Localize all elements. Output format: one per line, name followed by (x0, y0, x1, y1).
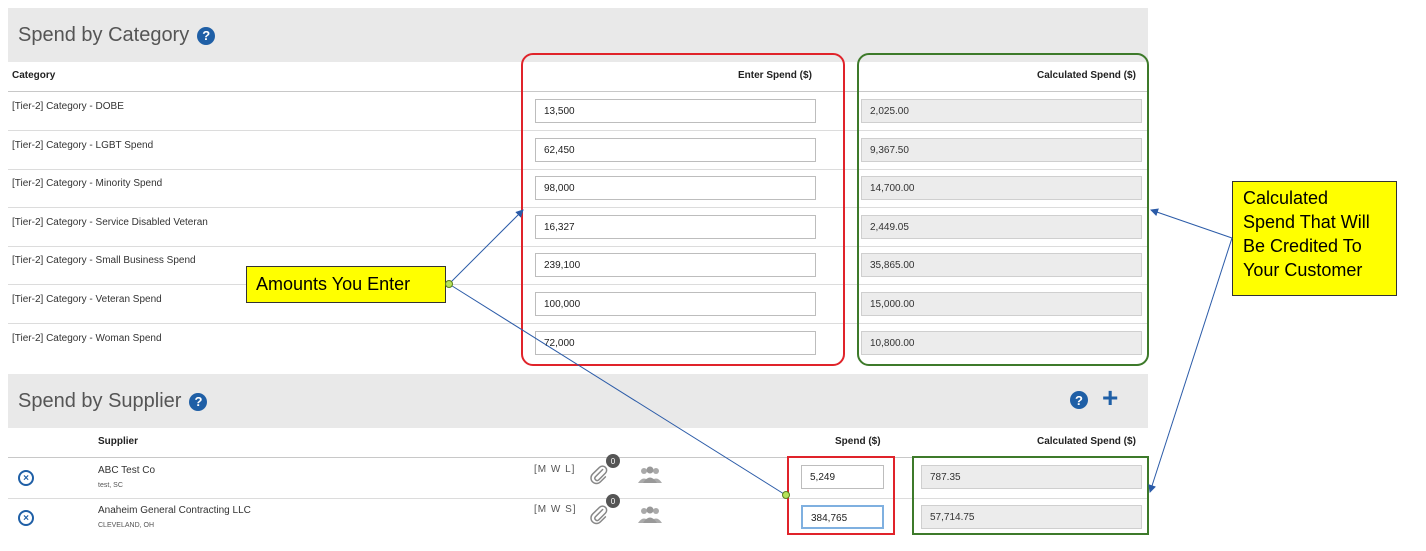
close-circle-icon[interactable]: × (18, 510, 34, 526)
category-label: [Tier-2] Category - Service Disabled Vet… (12, 216, 208, 228)
calculated-spend-highlight (857, 53, 1149, 366)
arrow-end-dot (782, 491, 790, 499)
supplier-tags: [M W S] (534, 504, 577, 515)
supplier-section-title: Spend by Supplier ? (18, 390, 208, 413)
calculated-callout-line: Calculated (1243, 188, 1329, 208)
paperclip-icon[interactable] (588, 464, 610, 486)
calculated-callout-line: Your Customer (1243, 260, 1363, 280)
category-label: [Tier-2] Category - Minority Spend (12, 178, 163, 190)
question-circle-icon[interactable]: ? (189, 392, 208, 411)
arrow-to-enter-spend (448, 209, 524, 285)
question-circle-icon[interactable]: ? (197, 26, 216, 45)
attachment-count-badge: 0 (606, 494, 620, 508)
plus-icon[interactable]: + (1102, 384, 1118, 412)
arrow-origin-dot (445, 280, 453, 288)
supplier-help-icon[interactable]: ? (1070, 391, 1088, 409)
arrow-to-supplier-calculated (1148, 237, 1233, 493)
category-label: [Tier-2] Category - Small Business Spend (12, 255, 196, 267)
supplier-section-header: Spend by Supplier ? ? + (8, 374, 1148, 428)
enter-spend-highlight (521, 53, 845, 366)
users-icon[interactable] (636, 466, 664, 484)
calculated-callout: Calculated Spend That Will Be Credited T… (1232, 181, 1397, 296)
calculated-callout-line: Spend That Will (1243, 212, 1370, 232)
amounts-callout: Amounts You Enter (246, 266, 446, 303)
category-column-header: Category (12, 70, 56, 81)
arrow-to-calculated-spend (1150, 208, 1233, 239)
supplier-calculated-highlight (912, 456, 1149, 535)
supplier-name: Anaheim General Contracting LLC (98, 505, 251, 516)
supplier-name: ABC Test Co (98, 465, 156, 476)
close-circle-icon[interactable]: × (18, 470, 34, 486)
supplier-tags: [M W L] (534, 464, 576, 475)
users-icon[interactable] (636, 506, 664, 524)
supplier-column-header: Supplier (98, 436, 139, 447)
category-label: [Tier-2] Category - Veteran Spend (12, 294, 162, 305)
paperclip-icon[interactable] (588, 504, 610, 526)
supplier-spend-highlight (787, 456, 895, 535)
calculated-callout-line: Be Credited To (1243, 236, 1362, 256)
category-label: [Tier-2] Category - DOBE (12, 101, 124, 112)
category-label: [Tier-2] Category - LGBT Spend (12, 139, 154, 151)
supplier-location: test, SC (98, 482, 123, 489)
attachment-count-badge: 0 (606, 454, 620, 468)
category-label: [Tier-2] Category - Woman Spend (12, 332, 162, 344)
category-section-title: Spend by Category ? (18, 24, 216, 47)
supplier-spend-column-header: Spend ($) (835, 436, 881, 447)
supplier-calculated-column-header: Calculated Spend ($) (1037, 436, 1136, 447)
supplier-location: CLEVELAND, OH (98, 522, 155, 529)
